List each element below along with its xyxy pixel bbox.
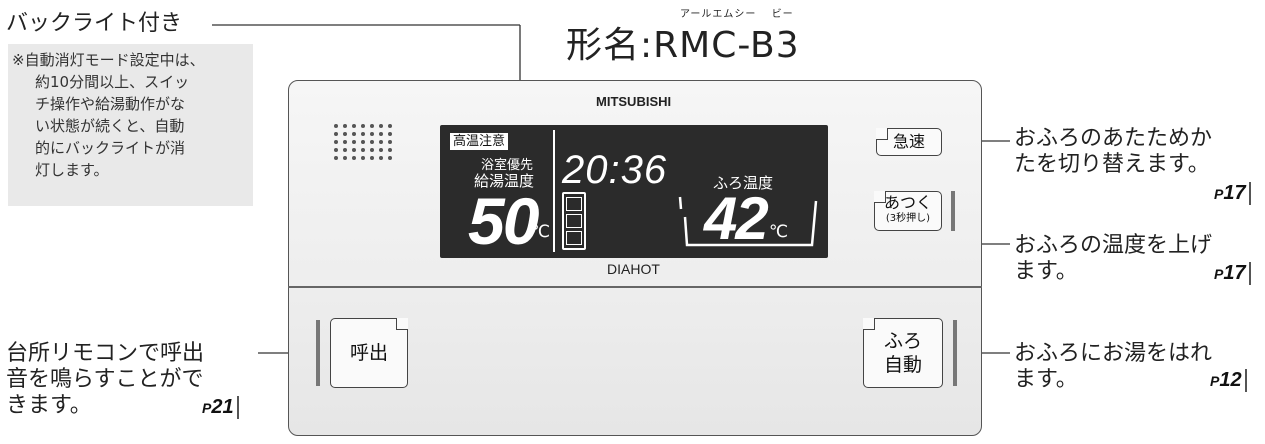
gauge-segment <box>566 214 582 228</box>
auto-bath-label-1: ふろ <box>883 330 922 352</box>
gauge-segment <box>566 197 582 211</box>
page-reference[interactable]: P17 <box>1212 182 1251 205</box>
auto-off-note: ※自動消灯モード設定中は、 約10分間以上、スイッ チ操作や給湯動作がな い状態… <box>8 44 253 206</box>
description-line: ます。 <box>1014 259 1078 284</box>
call-button-bar <box>316 320 320 386</box>
auto-bath-description: おふろにお湯をはれ ます。 <box>1014 341 1212 393</box>
auto-bath-button[interactable]: ふろ 自動 <box>863 318 943 388</box>
model-title: 形名:RMC-B3 <box>566 25 800 66</box>
page-ref-number: 17 <box>1223 262 1246 284</box>
page-ref-prefix: P <box>202 400 212 416</box>
button-corner <box>876 128 888 140</box>
page-reference[interactable]: P21 <box>200 396 239 419</box>
call-button[interactable]: 呼出 <box>330 318 408 388</box>
button-corner <box>396 318 408 330</box>
note-line: 約10分間以上、スイッ <box>35 73 190 91</box>
description-line: たを切り替えます。 <box>1014 152 1210 177</box>
brand-logo: MITSUBISHI <box>596 94 672 109</box>
description-line: 台所リモコンで呼出 <box>6 341 205 366</box>
description-line: 音を鳴らすことがで <box>6 367 204 392</box>
hot-button[interactable]: あつく (3秒押し) <box>874 191 942 231</box>
page-ref-prefix: P <box>1210 373 1220 389</box>
button-corner <box>874 191 886 203</box>
page-ref-prefix: P <box>1214 266 1224 282</box>
note-line: 灯します。 <box>35 161 109 179</box>
high-temp-indicator: 高温注意 <box>450 133 509 150</box>
button-corner <box>863 318 875 330</box>
hot-button-sublabel: (3秒押し) <box>885 213 931 224</box>
rapid-button-label: 急速 <box>892 132 925 151</box>
rapid-button[interactable]: 急速 <box>876 128 942 156</box>
description-line: ます。 <box>1014 367 1078 392</box>
page-ref-prefix: P <box>1214 186 1224 202</box>
call-button-label: 呼出 <box>349 342 388 364</box>
maker-logo: DIAHOT <box>607 261 660 277</box>
auto-bath-bar <box>953 320 957 386</box>
note-line: ※自動消灯モード設定中は、 <box>12 51 205 69</box>
panel-divider <box>288 286 982 288</box>
gauge-segment <box>566 231 582 245</box>
call-description: 台所リモコンで呼出 音を鳴らすことがで きます。 <box>6 341 204 419</box>
page-ref-number: 17 <box>1223 182 1246 204</box>
rapid-description: おふろのあたためか たを切り替えます。 <box>1014 126 1212 178</box>
description-line: おふろの温度を上げ <box>1014 233 1213 258</box>
hot-button-bar <box>951 191 955 231</box>
backlight-label: バックライト付き <box>6 11 183 36</box>
supply-temp-unit: ℃ <box>531 222 551 242</box>
description-line: おふろのあたためか <box>1014 126 1213 151</box>
clock-display: 20:36 <box>562 148 668 192</box>
description-line: おふろにお湯をはれ <box>1014 341 1213 366</box>
auto-bath-label-2: 自動 <box>883 354 922 376</box>
note-line: 的にバックライトが消 <box>35 139 186 157</box>
page-ref-number: 21 <box>211 396 234 418</box>
hot-description: おふろの温度を上げ ます。 <box>1014 233 1212 285</box>
page-ref-number: 12 <box>1219 369 1242 391</box>
page-reference[interactable]: P12 <box>1208 369 1247 392</box>
description-line: きます。 <box>6 393 92 418</box>
note-line: い状態が続くと、自動 <box>35 117 185 135</box>
bathtub-icon <box>678 196 818 247</box>
note-line: チ操作や給湯動作がな <box>35 95 186 113</box>
speaker-grille <box>334 124 392 160</box>
page-reference[interactable]: P17 <box>1212 262 1251 285</box>
lcd-separator <box>553 130 555 252</box>
supply-temp-value: 50 <box>468 184 539 258</box>
